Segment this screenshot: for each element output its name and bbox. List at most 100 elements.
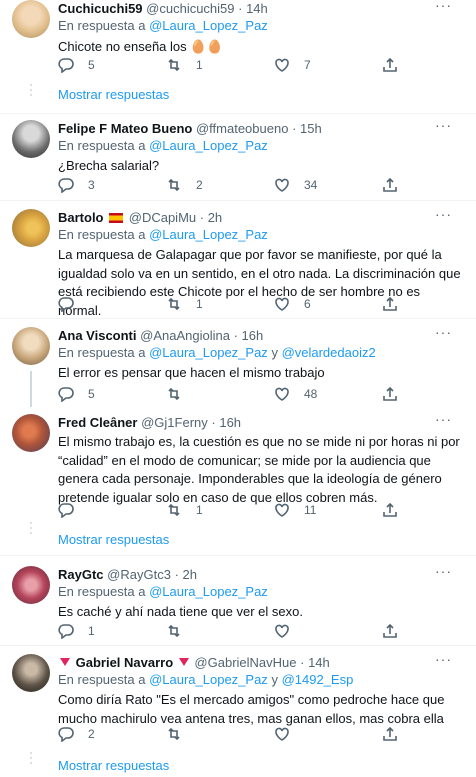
reply-count: 1	[88, 624, 95, 638]
like-button[interactable]	[274, 724, 304, 744]
timestamp[interactable]: · 14h	[238, 1, 268, 16]
retweet-icon	[168, 727, 180, 741]
like-count: 7	[304, 58, 311, 72]
timestamp[interactable]: · 16h	[211, 415, 241, 430]
share-button[interactable]	[382, 175, 398, 195]
tweet[interactable]: Bartolo @DCapiMu · 2h ··· En respuesta a…	[0, 207, 476, 318]
display-name[interactable]: RayGtc	[58, 567, 104, 582]
user-handle[interactable]: @AnaAngiolina	[140, 328, 230, 343]
reply-button[interactable]: 3	[58, 175, 95, 195]
like-button[interactable]: 34	[274, 175, 317, 195]
reply-button[interactable]	[58, 500, 88, 520]
reply-button[interactable]: 1	[58, 621, 95, 641]
divider	[0, 645, 476, 646]
divider	[0, 555, 476, 556]
reply-button[interactable]: 5	[58, 55, 95, 75]
timestamp[interactable]: · 15h	[292, 121, 322, 136]
retweet-button[interactable]: 1	[166, 500, 203, 520]
more-options-icon[interactable]: ···	[435, 325, 452, 339]
avatar[interactable]	[12, 327, 50, 365]
mention-link[interactable]: @1492_Esp	[282, 672, 354, 687]
tweet[interactable]: Fred Cleâner @Gj1Ferny · 16h ··· El mism…	[0, 412, 476, 550]
retweet-icon	[168, 297, 180, 311]
retweet-button[interactable]: 1	[166, 294, 203, 314]
user-handle[interactable]: @RayGtc3	[107, 567, 171, 582]
tweet[interactable]: RayGtc @RayGtc3 · 2h ··· En respuesta a …	[0, 564, 476, 641]
user-handle[interactable]: @cuchicuchi59	[146, 1, 234, 16]
timestamp[interactable]: · 14h	[300, 655, 330, 670]
more-options-icon[interactable]: ···	[435, 564, 452, 578]
avatar[interactable]	[12, 120, 50, 158]
retweet-button[interactable]	[166, 384, 196, 404]
user-handle[interactable]: @GabrielNavHue	[194, 655, 296, 670]
display-name[interactable]: Fred Cleâner	[58, 415, 137, 430]
avatar[interactable]	[12, 654, 50, 692]
retweet-button[interactable]	[166, 724, 196, 744]
reply-context: En respuesta a @Laura_Lopez_Paz y @velar…	[58, 345, 376, 360]
reply-icon	[58, 727, 74, 742]
display-name[interactable]: Cuchicuchi59	[58, 1, 143, 16]
share-button[interactable]	[382, 500, 398, 520]
mention-link[interactable]: @Laura_Lopez_Paz	[149, 345, 268, 360]
divider	[0, 113, 476, 114]
avatar[interactable]	[12, 209, 50, 247]
share-button[interactable]	[382, 55, 398, 75]
avatar[interactable]	[12, 566, 50, 604]
mention-link[interactable]: @Laura_Lopez_Paz	[149, 18, 268, 33]
reply-icon	[58, 58, 74, 73]
tweet[interactable]: Gabriel Navarro @GabrielNavHue · 14h ···…	[0, 652, 476, 777]
like-button[interactable]: 11	[274, 500, 316, 520]
like-button[interactable]	[274, 621, 304, 641]
like-button[interactable]: 7	[274, 55, 311, 75]
display-name[interactable]: Ana Visconti	[58, 328, 137, 343]
share-button[interactable]	[382, 724, 398, 744]
tweet[interactable]: Felipe F Mateo Bueno @ffmateobueno · 15h…	[0, 118, 476, 198]
share-button[interactable]	[382, 294, 398, 314]
retweet-button[interactable]: 1	[166, 55, 203, 75]
retweet-icon	[168, 58, 180, 72]
more-options-icon[interactable]: ···	[435, 652, 452, 666]
heart-icon	[275, 178, 289, 192]
mention-link[interactable]: @Laura_Lopez_Paz	[149, 584, 268, 599]
timestamp[interactable]: · 2h	[200, 210, 222, 225]
timestamp[interactable]: · 2h	[175, 567, 197, 582]
share-button[interactable]	[382, 384, 398, 404]
share-button[interactable]	[382, 621, 398, 641]
more-options-icon[interactable]: ···	[435, 412, 452, 426]
timestamp[interactable]: · 16h	[234, 328, 264, 343]
mention-link[interactable]: @velardedaoiz2	[282, 345, 376, 360]
reply-button[interactable]: 5	[58, 384, 95, 404]
user-handle[interactable]: @ffmateobueno	[196, 121, 288, 136]
user-handle[interactable]: @DCapiMu	[129, 210, 196, 225]
reply-button[interactable]: 2	[58, 724, 95, 744]
like-count: 6	[304, 297, 311, 311]
more-options-icon[interactable]: ···	[435, 0, 452, 12]
mention-link[interactable]: @Laura_Lopez_Paz	[149, 138, 268, 153]
retweet-button[interactable]	[166, 621, 196, 641]
heart-icon	[275, 58, 289, 72]
like-button[interactable]: 48	[274, 384, 317, 404]
reply-icon	[58, 387, 74, 402]
reply-button[interactable]	[58, 294, 88, 314]
display-name[interactable]: Felipe F Mateo Bueno	[58, 121, 192, 136]
show-replies-link[interactable]: Mostrar respuestas	[58, 87, 169, 102]
display-name[interactable]: Gabriel Navarro	[76, 655, 174, 670]
more-options-icon[interactable]: ···	[435, 118, 452, 132]
avatar[interactable]	[12, 414, 50, 452]
avatar[interactable]	[12, 0, 50, 38]
tweet[interactable]: Ana Visconti @AnaAngiolina · 16h ··· En …	[0, 325, 476, 407]
show-replies-link[interactable]: Mostrar respuestas	[58, 532, 169, 547]
tweet[interactable]: Cuchicuchi59 @cuchicuchi59 · 14h ··· En …	[0, 0, 476, 108]
retweet-button[interactable]: 2	[166, 175, 203, 195]
show-replies-link[interactable]: Mostrar respuestas	[58, 758, 169, 773]
more-options-icon[interactable]: ···	[435, 207, 452, 221]
reply-context: En respuesta a @Laura_Lopez_Paz	[58, 138, 268, 153]
mention-link[interactable]: @Laura_Lopez_Paz	[149, 227, 268, 242]
retweet-icon	[168, 178, 180, 192]
like-button[interactable]: 6	[274, 294, 311, 314]
mention-link[interactable]: @Laura_Lopez_Paz	[149, 672, 268, 687]
user-handle[interactable]: @Gj1Ferny	[141, 415, 208, 430]
display-name[interactable]: Bartolo	[58, 210, 104, 225]
retweet-count: 1	[196, 503, 203, 517]
reply-count: 3	[88, 178, 95, 192]
